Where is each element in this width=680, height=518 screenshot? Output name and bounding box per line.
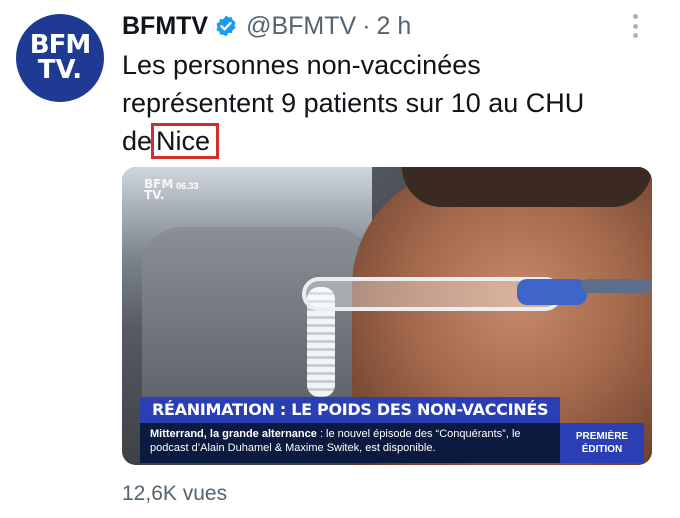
more-dot	[632, 33, 638, 38]
tweet-text-line: de Nice	[122, 122, 642, 160]
badge-line1: PREMIÈRE	[575, 431, 629, 442]
pillow	[142, 227, 372, 417]
avatar[interactable]: BFM TV.	[16, 14, 104, 102]
more-vertical-icon[interactable]	[632, 14, 638, 38]
oxygen-line	[582, 279, 652, 293]
badge-line2: ÉDITION	[581, 444, 623, 455]
tweet-text-prefix: de	[122, 126, 153, 156]
tweet-text-line: représentent 9 patients sur 10 au CHU	[122, 88, 585, 118]
patient-hair	[402, 167, 652, 207]
lower-third: RÉANIMATION : LE POIDS DES NON-VACCINÉS …	[122, 397, 652, 465]
verified-badge-icon	[216, 15, 236, 37]
tweet-media-image[interactable]: BFM TV. 06.33 RÉANIMATION : LE POIDS DES…	[122, 167, 652, 465]
broadcast-clock: 06.33	[176, 181, 199, 191]
channel-logo-line2: TV.	[144, 188, 165, 202]
news-ticker: Mitterrand, la grande alternance : le no…	[140, 423, 560, 463]
cannula-connector	[517, 279, 587, 305]
separator-dot: ·	[362, 11, 371, 40]
tweet-text: Les personnes non-vaccinées représentent…	[122, 46, 642, 160]
display-name[interactable]: BFMTV	[122, 12, 208, 41]
program-badge: PREMIÈRE ÉDITION	[560, 423, 644, 463]
ticker-bold: Mitterrand, la grande alternance	[150, 428, 317, 440]
view-count: 12,6K vues	[122, 482, 228, 505]
more-dot	[632, 14, 638, 19]
channel-logo: BFM TV.	[144, 178, 173, 202]
timestamp[interactable]: 2 h	[377, 12, 412, 41]
avatar-logo-line2: TV.	[37, 55, 83, 85]
headline-banner: RÉANIMATION : LE POIDS DES NON-VACCINÉS	[140, 397, 561, 423]
highlighted-word: Nice	[151, 123, 220, 159]
more-dot	[632, 23, 638, 29]
tweet-text-line: Les personnes non-vaccinées	[122, 50, 481, 80]
handle[interactable]: @BFMTV	[246, 12, 356, 41]
tweet-header: BFMTV @BFMTV · 2 h	[122, 10, 640, 42]
